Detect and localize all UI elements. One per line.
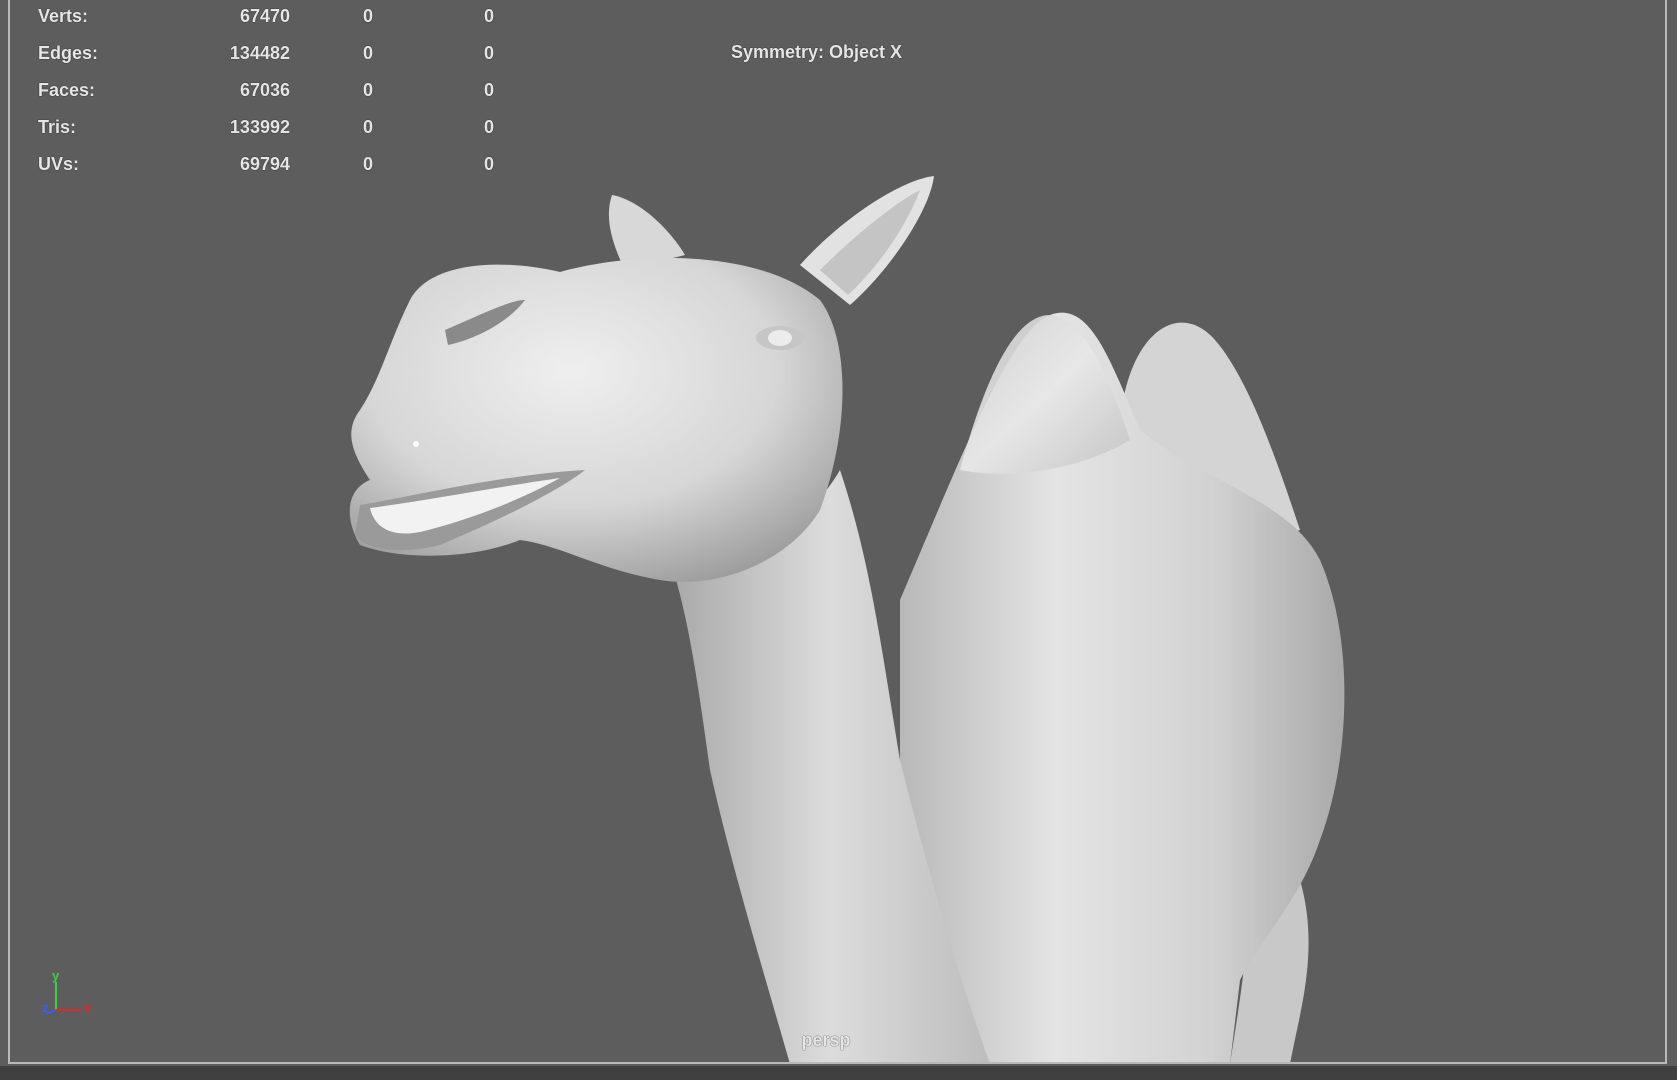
axis-x-label: x xyxy=(84,1000,92,1015)
hud-total: 69794 xyxy=(239,154,290,174)
hud-label: Edges: xyxy=(38,43,99,63)
hud-label: Verts: xyxy=(38,6,89,26)
hud-row-edges: Edges: 134482 0 0 xyxy=(38,43,518,73)
hud-row-faces: Faces: 67036 0 0 xyxy=(38,80,518,110)
3d-viewport[interactable]: Verts: 67470 0 0 Edges: 134482 0 0 Faces… xyxy=(0,0,1677,1080)
hud-component: 0 xyxy=(483,154,494,174)
hud-component: 0 xyxy=(483,43,494,63)
hud-selected: 0 xyxy=(362,6,373,26)
hud-total: 134482 xyxy=(229,43,290,63)
hud-component: 0 xyxy=(483,80,494,100)
hud-row-tris: Tris: 133992 0 0 xyxy=(38,117,518,147)
axis-y-label: y xyxy=(52,968,60,983)
hud-selected: 0 xyxy=(362,80,373,100)
hud-selected: 0 xyxy=(362,154,373,174)
camera-name-label: persp xyxy=(801,1030,851,1050)
hud-row-verts: Verts: 67470 0 0 xyxy=(38,6,518,36)
viewport-bottom-edge xyxy=(0,1066,1677,1080)
hud-total: 67470 xyxy=(239,6,290,26)
hud-selected: 0 xyxy=(362,117,373,137)
hud-row-uvs: UVs: 69794 0 0 xyxy=(38,154,518,184)
hud-label: Tris: xyxy=(38,117,77,137)
hud-total: 133992 xyxy=(229,117,290,137)
hud-component: 0 xyxy=(483,6,494,26)
hud-selected: 0 xyxy=(362,43,373,63)
symmetry-status: Symmetry: Object X xyxy=(731,42,903,62)
axis-z-label: z xyxy=(42,1000,49,1015)
hud-component: 0 xyxy=(483,117,494,137)
hud-label: UVs: xyxy=(38,154,80,174)
hud-label: Faces: xyxy=(38,80,96,100)
hud-total: 67036 xyxy=(239,80,290,100)
axis-gizmo: y x z xyxy=(38,968,98,1020)
